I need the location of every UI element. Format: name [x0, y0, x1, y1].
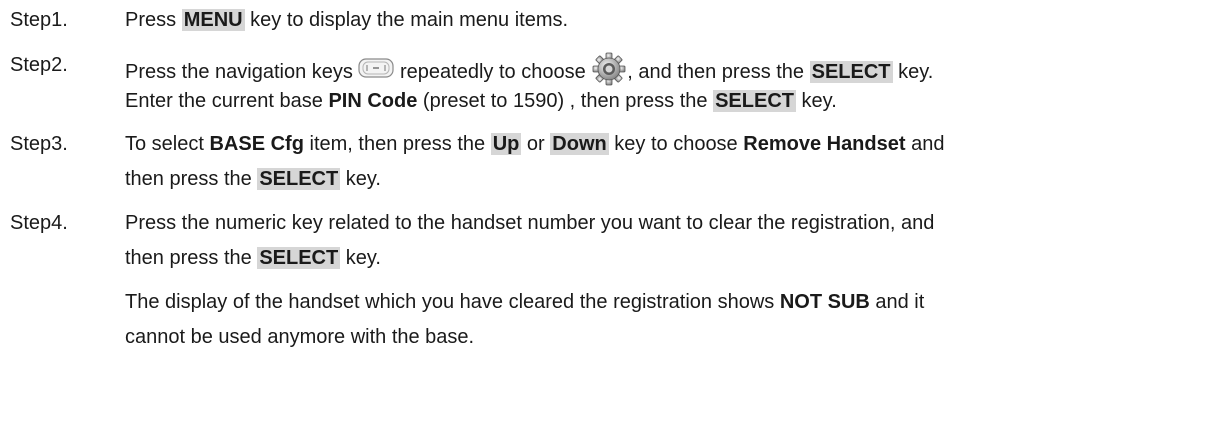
step-4-line-4: cannot be used anymore with the base.	[125, 324, 474, 350]
key-name: Up	[490, 133, 522, 155]
step-2-line-2: Enter the current base PIN Code (preset …	[125, 88, 837, 114]
settings-gear-icon	[591, 52, 627, 93]
text-run: (preset to 1590) , then press the	[417, 90, 714, 112]
text-run: Press	[125, 9, 182, 31]
emphasized-term: Remove Handset	[743, 133, 906, 155]
key-name: SELECT	[809, 60, 893, 83]
text-run: and	[905, 133, 945, 155]
text-run: then press the	[125, 168, 258, 190]
text-run: The display of the handset which you hav…	[125, 291, 780, 313]
step-4-line-3: The display of the handset which you hav…	[125, 289, 924, 315]
key-name: SELECT	[713, 90, 796, 112]
step-1-label: Step1.	[10, 9, 68, 31]
step-3-line-2: then press the SELECT key.	[125, 166, 381, 192]
step-2-label: Step2.	[10, 54, 68, 76]
emphasized-term: BASE Cfg	[209, 133, 304, 155]
step-1-line-1: Press MENU key to display the main menu …	[125, 7, 568, 33]
text-run: key to display the main menu items.	[244, 9, 569, 31]
text-run: and it	[869, 291, 925, 313]
step-3-line-1: To select BASE Cfg item, then press the …	[125, 131, 944, 157]
step-3-label: Step3.	[10, 133, 68, 155]
text-run: cannot be used anymore with the base.	[125, 326, 475, 348]
step-4-line-1: Press the numeric key related to the han…	[125, 210, 934, 236]
key-name: SELECT	[257, 168, 341, 190]
text-run: key.	[796, 90, 837, 112]
text-run: repeatedly to choose	[394, 60, 592, 83]
emphasized-term: PIN Code	[328, 90, 418, 112]
key-name: Down	[550, 133, 609, 155]
text-run: , and then press the	[627, 60, 810, 83]
text-run: To select	[125, 133, 210, 155]
emphasized-term: NOT SUB	[779, 291, 870, 313]
text-run: key to choose	[608, 133, 744, 155]
step-4-label: Step4.	[10, 212, 68, 234]
text-run: Press the numeric key related to the han…	[125, 212, 935, 234]
text-run: item, then press the	[303, 133, 491, 155]
key-name: MENU	[181, 9, 245, 31]
key-name: SELECT	[257, 247, 341, 269]
text-run: then press the	[125, 247, 258, 269]
navigation-keys-icon	[358, 58, 395, 87]
text-run: key.	[340, 247, 381, 269]
text-run: Press the navigation keys	[125, 60, 359, 83]
instruction-document: Step1. Press MENU key to display the mai…	[0, 0, 1230, 421]
step-2-line-1: Press the navigation keys repeatedly to …	[125, 52, 933, 93]
step-4-line-2: then press the SELECT key.	[125, 245, 381, 271]
text-run: or	[521, 133, 551, 155]
text-run: Enter the current base	[125, 90, 329, 112]
text-run: key.	[340, 168, 381, 190]
text-run: key.	[892, 60, 934, 83]
